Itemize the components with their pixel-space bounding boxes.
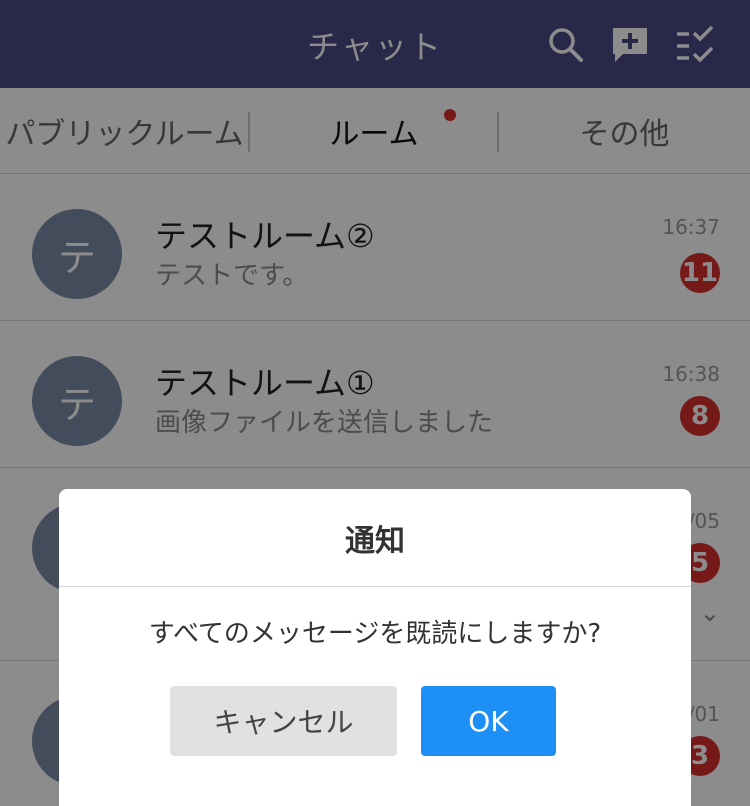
cancel-button[interactable]: キャンセル xyxy=(170,686,397,756)
dialog-message: すべてのメッセージを既読にしますか? xyxy=(148,619,602,649)
dialog-title: 通知 xyxy=(59,489,691,587)
ok-button[interactable]: OK xyxy=(421,686,556,756)
confirm-dialog: 通知 すべてのメッセージを既読にしますか? キャンセル OK xyxy=(59,489,691,806)
